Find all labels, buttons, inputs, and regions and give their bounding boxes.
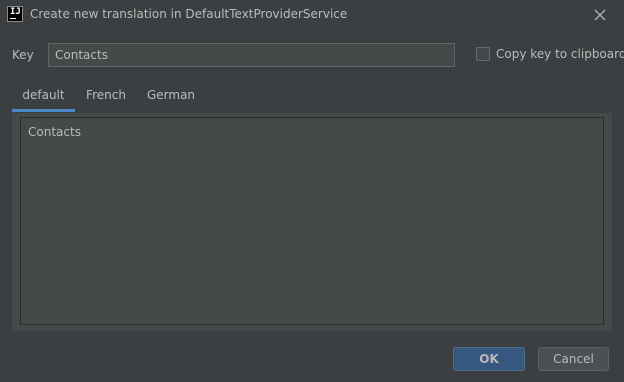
tab-french[interactable]: French: [75, 84, 137, 112]
title-bar: IJ Create new translation in DefaultText…: [0, 0, 624, 30]
intellij-app-icon: IJ: [7, 6, 23, 22]
copy-key-checkbox[interactable]: [476, 47, 490, 61]
tab-german[interactable]: German: [137, 84, 205, 112]
key-input[interactable]: [48, 43, 455, 67]
copy-key-label[interactable]: Copy key to clipboard: [496, 47, 624, 61]
window-title: Create new translation in DefaultTextPro…: [30, 7, 348, 21]
translation-text-area[interactable]: Contacts: [20, 117, 604, 325]
tab-default[interactable]: default: [12, 84, 75, 112]
ok-button[interactable]: OK: [453, 347, 525, 371]
language-tabs: default French German: [12, 84, 612, 112]
cancel-button[interactable]: Cancel: [538, 347, 609, 371]
close-icon[interactable]: [592, 7, 608, 23]
key-label: Key: [12, 48, 34, 62]
tab-content-panel: Contacts: [12, 113, 612, 331]
